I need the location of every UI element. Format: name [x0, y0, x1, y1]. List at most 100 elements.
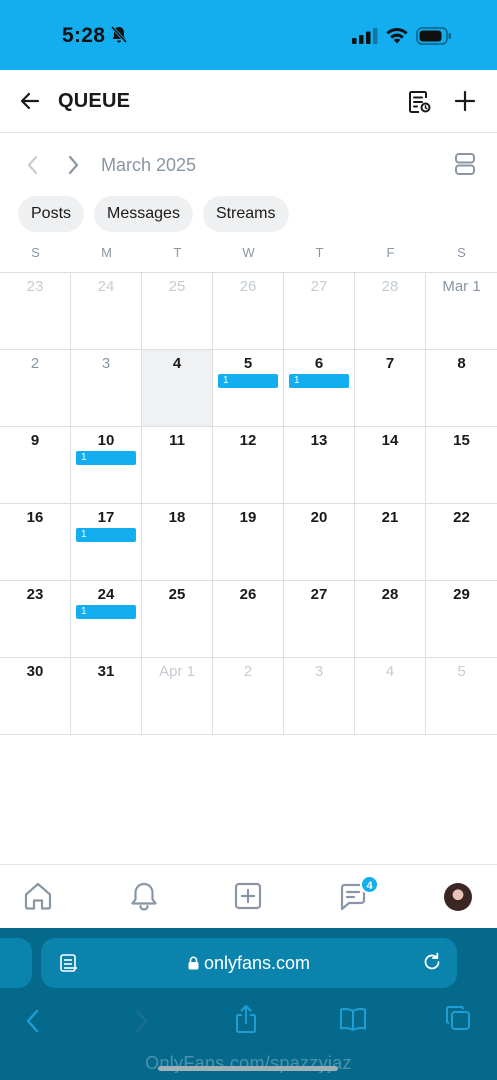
day-number: 24 — [97, 586, 115, 603]
avatar[interactable] — [444, 883, 472, 911]
calendar-day[interactable]: 30 — [0, 658, 71, 734]
calendar-day[interactable]: 25 — [142, 273, 213, 349]
calendar-day[interactable]: 2 — [213, 658, 284, 734]
day-number: 11 — [169, 432, 185, 449]
previous-tab-preview[interactable] — [0, 938, 32, 988]
calendar-day[interactable]: 22 — [426, 504, 497, 580]
day-number: Mar 1 — [442, 278, 481, 295]
day-number: 5 — [457, 663, 466, 680]
calendar-day[interactable]: 4 — [355, 658, 426, 734]
day-number: 23 — [26, 278, 44, 295]
calendar-week: 23 24 1 25 26 27 28 29 — [0, 581, 497, 658]
day-number: 29 — [453, 586, 470, 603]
calendar-day[interactable]: 3 — [71, 350, 142, 426]
day-number: 15 — [453, 432, 470, 449]
day-number: 16 — [26, 509, 44, 526]
day-number: 27 — [310, 586, 328, 603]
calendar-day[interactable]: 25 — [142, 581, 213, 657]
month-navigation: March 2025 — [0, 140, 497, 190]
calendar-day[interactable]: 16 — [0, 504, 71, 580]
add-icon[interactable] — [453, 89, 477, 113]
calendar-day[interactable]: 17 1 — [71, 504, 142, 580]
queue-list-icon[interactable] — [407, 89, 433, 115]
status-time: 5:28 — [62, 24, 106, 47]
calendar-day[interactable]: 28 — [355, 581, 426, 657]
day-number: 9 — [30, 432, 40, 449]
calendar-day[interactable]: 14 — [355, 427, 426, 503]
calendar-day[interactable]: 9 — [0, 427, 71, 503]
tabs-icon[interactable] — [444, 1004, 472, 1032]
calendar-week: 234516178 — [0, 350, 497, 427]
day-number: 12 — [239, 432, 257, 449]
add-post-icon[interactable] — [234, 882, 262, 910]
calendar-day[interactable]: 5 — [426, 658, 497, 734]
calendar-day[interactable]: 20 — [284, 504, 355, 580]
calendar-day[interactable]: 4 — [142, 350, 213, 426]
calendar-day[interactable]: 29 — [426, 581, 497, 657]
calendar-day[interactable]: 13 — [284, 427, 355, 503]
day-number: 21 — [381, 509, 399, 526]
scheduled-item-bar[interactable]: 1 — [76, 605, 136, 619]
calendar-day[interactable]: Apr 1 — [142, 658, 213, 734]
browser-forward-icon[interactable] — [130, 1008, 152, 1034]
day-number: 28 — [381, 278, 399, 295]
day-number: 4 — [385, 663, 395, 680]
bell-icon[interactable] — [128, 880, 160, 912]
chevron-right-icon[interactable] — [64, 154, 82, 176]
address-bar[interactable]: onlyfans.com — [41, 938, 457, 988]
chip-posts[interactable]: Posts — [18, 196, 85, 232]
home-icon[interactable] — [22, 880, 54, 912]
calendar-day[interactable]: 23 — [0, 581, 71, 657]
browser-back-icon[interactable] — [22, 1008, 44, 1034]
calendar-view-toggle-icon[interactable] — [453, 151, 477, 177]
calendar-week: 9 10 1 11 12 13 14 15 — [0, 427, 497, 504]
calendar-day[interactable]: Mar 1 — [426, 273, 497, 349]
weekday-label: F — [386, 245, 395, 260]
calendar-day[interactable]: 24 — [71, 273, 142, 349]
calendar-day[interactable]: 11 — [142, 427, 213, 503]
calendar-day[interactable]: 51 — [213, 350, 284, 426]
calendar-day[interactable]: 7 — [355, 350, 426, 426]
calendar-day[interactable]: 3 — [284, 658, 355, 734]
day-number: 14 — [381, 432, 399, 449]
calendar-day[interactable]: 26 — [213, 273, 284, 349]
scheduled-item-bar[interactable]: 1 — [76, 528, 136, 542]
chip-messages[interactable]: Messages — [94, 196, 193, 232]
calendar-day[interactable]: 61 — [284, 350, 355, 426]
bottom-navigation: 4 — [0, 864, 497, 928]
calendar-day[interactable]: 23 — [0, 273, 71, 349]
back-arrow-icon[interactable] — [18, 89, 42, 113]
calendar-day[interactable]: 8 — [426, 350, 497, 426]
calendar-day[interactable]: 27 — [284, 581, 355, 657]
calendar-day[interactable]: 31 — [71, 658, 142, 734]
day-number: 20 — [310, 509, 328, 526]
chip-streams[interactable]: Streams — [202, 196, 289, 232]
day-number: 10 — [97, 432, 115, 449]
day-number: 5 — [243, 355, 253, 372]
url-display[interactable]: onlyfans.com — [41, 953, 457, 974]
calendar-day[interactable]: 26 — [213, 581, 284, 657]
calendar-day[interactable]: 2 — [0, 350, 71, 426]
scheduled-item-bar[interactable]: 1 — [218, 374, 278, 388]
month-label: March 2025 — [101, 155, 197, 175]
weekday-label: M — [101, 245, 112, 260]
calendar-day[interactable]: 27 — [284, 273, 355, 349]
weekday-label: T — [173, 245, 182, 260]
calendar-day[interactable]: 24 1 — [71, 581, 142, 657]
chevron-left-icon[interactable] — [24, 154, 42, 176]
calendar-day[interactable]: 18 — [142, 504, 213, 580]
calendar-day[interactable]: 15 — [426, 427, 497, 503]
day-number: 3 — [314, 663, 324, 680]
day-number: 26 — [239, 586, 257, 603]
home-indicator — [158, 1066, 338, 1071]
share-icon[interactable] — [233, 1004, 259, 1034]
reload-icon[interactable] — [421, 951, 443, 973]
calendar-day[interactable]: 12 — [213, 427, 284, 503]
bookmarks-icon[interactable] — [338, 1006, 368, 1032]
calendar-day[interactable]: 28 — [355, 273, 426, 349]
scheduled-item-bar[interactable]: 1 — [289, 374, 349, 388]
scheduled-item-bar[interactable]: 1 — [76, 451, 136, 465]
calendar-day[interactable]: 21 — [355, 504, 426, 580]
calendar-day[interactable]: 10 1 — [71, 427, 142, 503]
calendar-day[interactable]: 19 — [213, 504, 284, 580]
